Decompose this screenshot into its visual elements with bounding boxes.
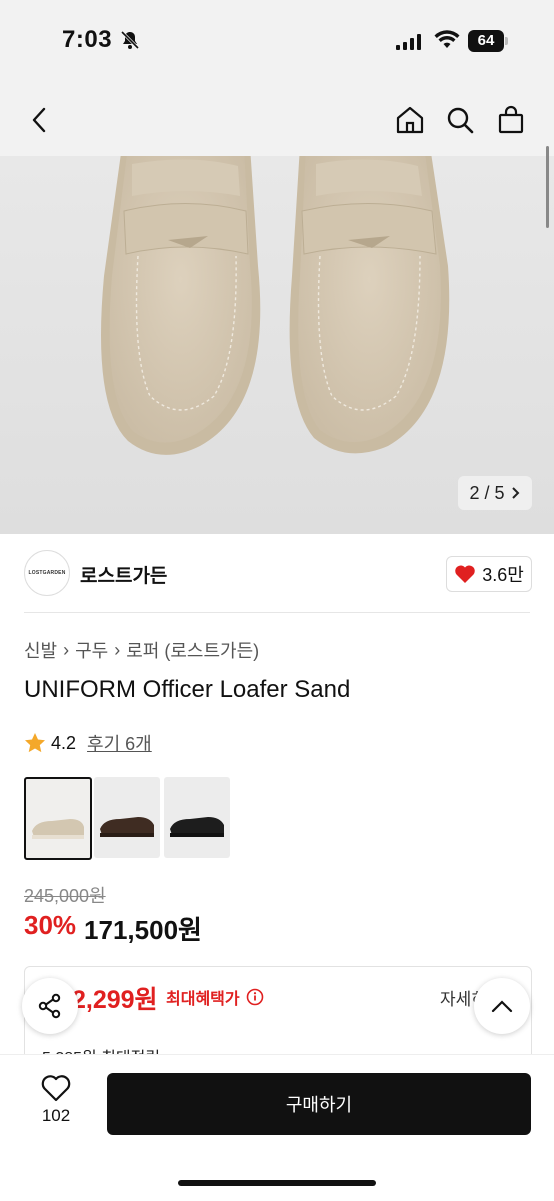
variant-thumbnail-black[interactable] — [164, 777, 230, 858]
search-button[interactable] — [440, 100, 480, 140]
brand-like-count: 3.6만 — [482, 565, 524, 585]
status-time: 7:03 — [62, 26, 113, 53]
gallery-page-count: 2 / 5 — [469, 482, 505, 503]
loafer-brown-image — [100, 817, 154, 837]
rating-value: 4.2 — [51, 732, 77, 753]
sale-price-row: 30% 171,500원 — [24, 910, 202, 947]
cellular-signal-icon — [396, 34, 424, 55]
breadcrumb-item-shoes[interactable]: 신발 — [24, 637, 57, 663]
brand-like-button[interactable]: 3.6만 — [446, 556, 532, 592]
brand-name[interactable]: 로스트가든 — [80, 561, 167, 588]
variant-thumbnail-brown[interactable] — [94, 777, 160, 858]
max-benefit-price: 2,299원 — [72, 986, 158, 1014]
product-rating: 4.2 후기 6개 — [24, 730, 152, 756]
brand-logo[interactable]: LOSTGARDEN — [24, 550, 70, 596]
battery-indicator: 64 — [468, 30, 504, 52]
back-button[interactable] — [20, 100, 60, 140]
home-icon — [396, 106, 424, 134]
scroll-top-button[interactable] — [474, 978, 530, 1034]
loafer-black-image — [170, 817, 224, 837]
divider — [24, 612, 530, 613]
page-scrollbar[interactable] — [546, 146, 549, 228]
sale-price: 171,500원 — [84, 915, 202, 945]
breadcrumb-item-dress-shoes[interactable]: 구두 — [75, 637, 108, 663]
home-button[interactable] — [390, 100, 430, 140]
wifi-icon — [434, 30, 460, 55]
max-benefit-label-text: 최대혜택가 — [166, 991, 240, 1008]
info-icon[interactable] — [246, 988, 264, 1006]
product-title: UNIFORM Officer Loafer Sand — [24, 676, 351, 703]
search-icon — [447, 107, 474, 134]
share-icon — [38, 993, 61, 1019]
breadcrumb: 신발 › 구두 › 로퍼 (로스트가든) — [24, 637, 259, 663]
home-indicator — [178, 1180, 376, 1186]
star-icon — [25, 733, 45, 753]
original-price: 245,000원 — [24, 886, 106, 906]
max-benefit-label: 최대혜택가 — [166, 985, 264, 1009]
gallery-pager[interactable]: 2 / 5 — [458, 476, 532, 510]
chevron-right-icon — [511, 487, 519, 499]
bell-mute-icon — [120, 30, 140, 55]
loafer-sand-image — [32, 819, 84, 839]
shopping-bag-icon — [498, 105, 524, 134]
share-button[interactable] — [22, 978, 78, 1034]
heart-outline-icon — [41, 1075, 71, 1102]
chevron-left-icon — [32, 107, 46, 133]
wishlist-button[interactable]: 102 — [30, 1074, 82, 1126]
battery-tip — [505, 37, 508, 45]
breadcrumb-separator-icon: › — [114, 639, 121, 660]
buy-button[interactable]: 구매하기 — [107, 1073, 531, 1135]
variant-thumbnail-sand[interactable] — [24, 777, 92, 860]
chevron-up-icon — [491, 1000, 513, 1013]
breadcrumb-separator-icon: › — [63, 639, 70, 660]
top-navigation — [0, 86, 554, 156]
heart-filled-icon — [455, 565, 475, 583]
breadcrumb-item-loafer[interactable]: 로퍼 (로스트가든) — [126, 637, 259, 663]
review-count-link[interactable]: 후기 6개 — [87, 730, 152, 756]
cart-button[interactable] — [491, 100, 531, 140]
wishlist-count: 102 — [41, 1106, 71, 1125]
discount-rate: 30% — [24, 910, 77, 940]
